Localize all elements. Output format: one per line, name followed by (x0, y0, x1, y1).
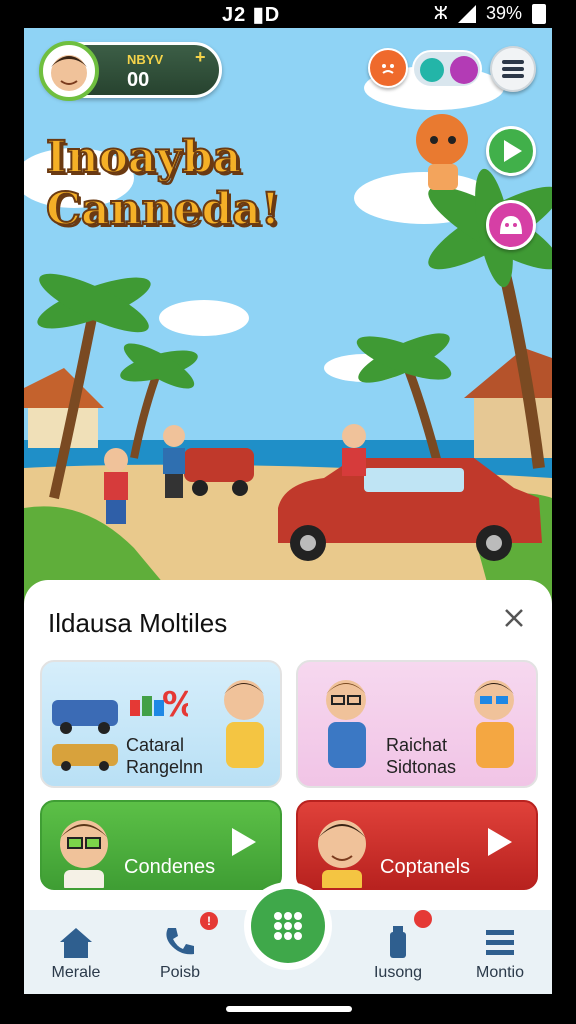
play-card-red[interactable]: Coptanels (296, 800, 538, 890)
game-title-line2: Canneda! (45, 183, 281, 236)
angry-face-button[interactable] (368, 48, 408, 88)
card-label-line1: Cataral (126, 735, 185, 755)
status-bar: J2 ▮D ⵣ 39% (0, 0, 576, 28)
mode-panel: Ildausa Moltiles % Cataral Rangelnn (24, 580, 552, 910)
avatar (39, 41, 99, 101)
beach-scene (24, 28, 552, 608)
play-button[interactable] (486, 126, 536, 176)
card-label: Cataral Rangelnn (126, 734, 203, 778)
mascot-button[interactable] (486, 200, 536, 250)
grid-icon (274, 912, 302, 940)
status-icons: ⵣ 39% (434, 3, 546, 24)
card-label-line2: Sidtonas (386, 757, 457, 777)
nav-item-home[interactable]: Merale (26, 910, 126, 994)
play-icon (504, 140, 522, 162)
network-icon: ⵣ (433, 3, 448, 23)
nav-item-phone[interactable]: ! Poisb (130, 910, 230, 994)
heart-icon (420, 58, 444, 82)
avatar-face-icon (51, 55, 87, 91)
nav-item-menu[interactable]: Montio (450, 910, 550, 994)
nav-label: Poisb (159, 964, 201, 981)
boy-smiling-icon (318, 820, 366, 888)
boy-glasses-icon (326, 680, 366, 768)
status-time: J2 ▮D (222, 4, 281, 26)
game-title-line1: Inoayba (45, 131, 242, 184)
game-title: Inoayba Canneda! (45, 131, 281, 236)
phone-icon (166, 928, 194, 955)
home-indicator[interactable] (226, 1006, 352, 1012)
nav-center-button[interactable] (244, 882, 332, 970)
add-coins-button[interactable]: + (195, 47, 206, 68)
home-icon (60, 928, 92, 958)
bottom-nav: Merale ! Poisb Iusong Montio (24, 882, 552, 994)
player-label: NBYV (127, 52, 164, 67)
boy-waving-icon (224, 680, 264, 768)
nav-label: Merale (51, 964, 101, 981)
angry-face-icon (382, 64, 394, 74)
card-label-line2: Rangelnn (126, 757, 204, 777)
mode-card-cars[interactable]: % Cataral Rangelnn (40, 660, 282, 788)
notification-dot (414, 910, 432, 928)
svg-text:%: % (162, 685, 188, 725)
ghost-face-icon (500, 216, 522, 234)
boy-green-glasses-icon (60, 820, 108, 888)
menu-button[interactable] (490, 46, 536, 92)
player-card[interactable]: NBYV + 00 (39, 41, 222, 101)
play-card-label: Coptanels (380, 856, 471, 878)
ghost-icon (450, 56, 478, 84)
close-icon[interactable] (500, 604, 528, 632)
player-score: 00 (127, 69, 150, 91)
mode-card-friends[interactable]: Raichat Sidtonas (296, 660, 538, 788)
battery-percent: 39% (485, 3, 522, 23)
grid-button[interactable] (251, 889, 325, 963)
sound-toggle[interactable] (412, 50, 482, 88)
boy-sunglasses-icon (474, 680, 514, 768)
menu-icon (486, 930, 514, 955)
card-label: Raichat Sidtonas (386, 734, 456, 778)
play-icon (232, 828, 256, 856)
nav-label: Iusong (373, 964, 423, 981)
play-card-label: Condenes (124, 856, 216, 878)
signal-icon (457, 4, 476, 23)
nav-label: Montio (475, 964, 525, 981)
game-app: NBYV + 00 Inoayba Canneda! Ildausa Molti… (24, 28, 552, 994)
nav-item-bottle[interactable]: Iusong (348, 910, 448, 994)
play-icon (488, 828, 512, 856)
notification-badge: ! (200, 912, 218, 930)
play-card-green[interactable]: Condenes (40, 800, 282, 890)
bottle-icon (390, 926, 406, 958)
hamburger-icon (502, 57, 524, 81)
card-label-line1: Raichat (386, 735, 448, 755)
battery-icon (532, 3, 546, 24)
panel-title: Ildausa Moltiles (48, 608, 228, 638)
